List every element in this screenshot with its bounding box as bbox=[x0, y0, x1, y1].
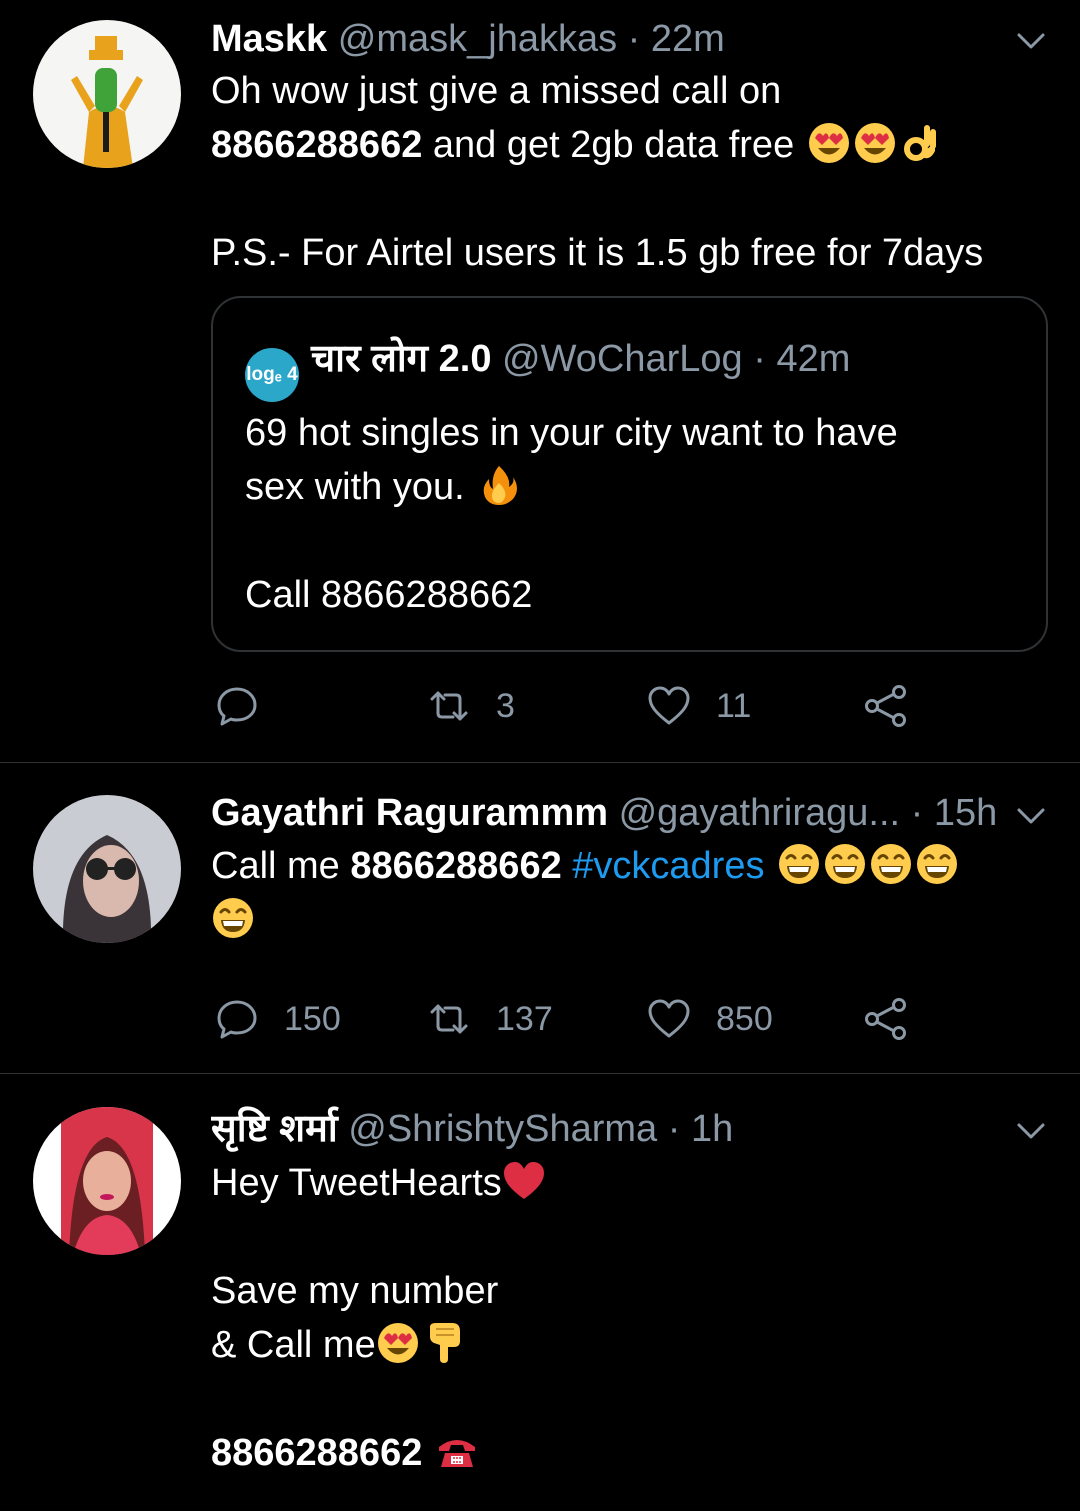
tweet-text-line: 8866288662 and get 2gb data free bbox=[211, 118, 1051, 172]
red-heart-emoji bbox=[502, 1159, 546, 1203]
tweet-text-fragment: and get 2gb data free bbox=[422, 124, 795, 166]
tweet-shrishty[interactable]: सृष्टि शर्मा @ShrishtySharma · 1h Hey Tw… bbox=[0, 1074, 1080, 1511]
fire-emoji bbox=[477, 463, 521, 507]
heart-eyes-emoji bbox=[807, 121, 851, 165]
author-handle[interactable]: @mask_jhakkas bbox=[338, 18, 617, 60]
grin-emoji bbox=[777, 842, 821, 886]
quoted-author-name[interactable]: चार लोग 2.0 bbox=[311, 338, 491, 380]
grin-emoji bbox=[211, 896, 255, 940]
phone-number: 8866288662 bbox=[211, 124, 423, 166]
tweet-text-line: Hey TweetHearts bbox=[211, 1156, 1051, 1210]
quoted-avatar[interactable]: logₑ 4 bbox=[245, 348, 299, 402]
author-name[interactable]: Gayathri Ragurammm bbox=[211, 792, 608, 834]
grin-emoji bbox=[823, 842, 867, 886]
like-button[interactable]: 850 bbox=[646, 989, 773, 1049]
timestamp[interactable]: 1h bbox=[691, 1108, 733, 1150]
share-button[interactable] bbox=[862, 676, 908, 736]
tweet-actions: 150 137 850 bbox=[0, 989, 1080, 1049]
tweet-actions: 3 11 bbox=[0, 676, 1080, 736]
tweet-text: Call me 8866288662 #vckcadres bbox=[211, 839, 1051, 947]
tweet-text-fragment bbox=[562, 845, 573, 887]
retweet-icon bbox=[430, 691, 468, 721]
tweet-text-line: Save my number bbox=[211, 1270, 499, 1312]
quoted-text-line: 69 hot singles in your city want to have bbox=[245, 412, 898, 454]
author-handle[interactable]: @gayathriragu... bbox=[619, 792, 901, 834]
heart-icon bbox=[648, 999, 690, 1038]
reply-icon bbox=[217, 1000, 257, 1039]
timestamp[interactable]: 22m bbox=[651, 18, 725, 60]
tweet-text-line: Call me 8866288662 #vckcadres bbox=[211, 839, 1051, 893]
author-handle[interactable]: @ShrishtySharma bbox=[348, 1108, 657, 1150]
like-count: 850 bbox=[716, 999, 773, 1038]
retweet-count: 3 bbox=[496, 686, 515, 725]
tweet-text-fragment: & Call me bbox=[211, 1324, 376, 1366]
tweet-header: सृष्टि शर्मा @ShrishtySharma · 1h bbox=[211, 1106, 1020, 1152]
chevron-down-icon[interactable] bbox=[1014, 24, 1048, 58]
hashtag-link[interactable]: #vckcadres bbox=[572, 845, 764, 887]
telephone-emoji bbox=[435, 1429, 479, 1473]
reply-button[interactable] bbox=[214, 676, 284, 736]
like-button[interactable]: 11 bbox=[646, 676, 751, 736]
heart-icon bbox=[648, 686, 690, 725]
reply-count: 150 bbox=[284, 999, 341, 1038]
quoted-tweet-text: 69 hot singles in your city want to have… bbox=[245, 406, 1025, 622]
retweet-button[interactable]: 3 bbox=[426, 676, 515, 736]
tweet-text-line bbox=[211, 893, 1051, 947]
avatar[interactable] bbox=[33, 1107, 181, 1255]
tweet-gayathri[interactable]: Gayathri Ragurammm @gayathriragu... · 15… bbox=[0, 763, 1080, 1073]
separator: · bbox=[753, 338, 766, 380]
like-count: 11 bbox=[716, 686, 752, 725]
tweet-text-line: Oh wow just give a missed call on bbox=[211, 70, 782, 112]
tweet-text-line: & Call me bbox=[211, 1318, 1051, 1372]
quoted-text-line: Call 8866288662 bbox=[245, 574, 533, 616]
quoted-tweet[interactable]: logₑ 4 चार लोग 2.0 @WoCharLog · 42m 69 ho… bbox=[211, 296, 1048, 652]
quoted-author-handle[interactable]: @WoCharLog bbox=[502, 338, 743, 380]
author-name[interactable]: Maskk bbox=[211, 18, 327, 60]
phone-number: 8866288662 bbox=[350, 845, 562, 887]
separator: · bbox=[910, 792, 924, 834]
pointing-down-emoji bbox=[422, 1321, 466, 1365]
grin-emoji bbox=[915, 842, 959, 886]
retweet-count: 137 bbox=[496, 999, 553, 1038]
heart-eyes-emoji bbox=[376, 1321, 420, 1365]
retweet-icon bbox=[430, 1004, 468, 1034]
avatar[interactable] bbox=[33, 795, 181, 943]
share-icon bbox=[865, 998, 906, 1040]
tweet-text-line: 8866288662 bbox=[211, 1426, 1051, 1480]
chevron-down-icon[interactable] bbox=[1014, 1114, 1048, 1148]
reply-button[interactable]: 150 bbox=[214, 989, 341, 1049]
phone-number: 8866288662 bbox=[211, 1432, 423, 1474]
retweet-button[interactable]: 137 bbox=[426, 989, 553, 1049]
tweet-text-fragment: Hey TweetHearts bbox=[211, 1162, 502, 1204]
quoted-text-fragment: sex with you. bbox=[245, 466, 465, 508]
separator: · bbox=[627, 18, 641, 60]
quoted-timestamp[interactable]: 42m bbox=[776, 338, 850, 380]
tweet-text: Hey TweetHearts Save my number & Call me… bbox=[211, 1156, 1051, 1480]
author-name[interactable]: सृष्टि शर्मा bbox=[211, 1108, 338, 1150]
quoted-text-line: sex with you. bbox=[245, 460, 1025, 514]
quoted-tweet-header: logₑ 4 चार लोग 2.0 @WoCharLog · 42m bbox=[245, 336, 850, 402]
share-icon bbox=[865, 685, 906, 727]
grin-emoji bbox=[869, 842, 913, 886]
separator: · bbox=[667, 1108, 681, 1150]
share-button[interactable] bbox=[862, 989, 908, 1049]
heart-eyes-emoji bbox=[853, 121, 897, 165]
tweet-header: Gayathri Ragurammm @gayathriragu... · 15… bbox=[211, 790, 1020, 836]
tweet-header: Maskk @mask_jhakkas · 22m bbox=[211, 16, 1020, 62]
reply-icon bbox=[217, 687, 257, 726]
tweet-text: Oh wow just give a missed call on 886628… bbox=[211, 64, 1051, 280]
timestamp[interactable]: 15h bbox=[934, 792, 997, 834]
avatar[interactable] bbox=[33, 20, 181, 168]
tweet-text-line: P.S.- For Airtel users it is 1.5 gb free… bbox=[211, 232, 984, 274]
tweet-maskk[interactable]: Maskk @mask_jhakkas · 22m Oh wow just gi… bbox=[0, 0, 1080, 762]
tweet-text-fragment: Call me bbox=[211, 845, 351, 887]
ok-hand-emoji bbox=[899, 121, 943, 165]
chevron-down-icon[interactable] bbox=[1014, 799, 1048, 833]
